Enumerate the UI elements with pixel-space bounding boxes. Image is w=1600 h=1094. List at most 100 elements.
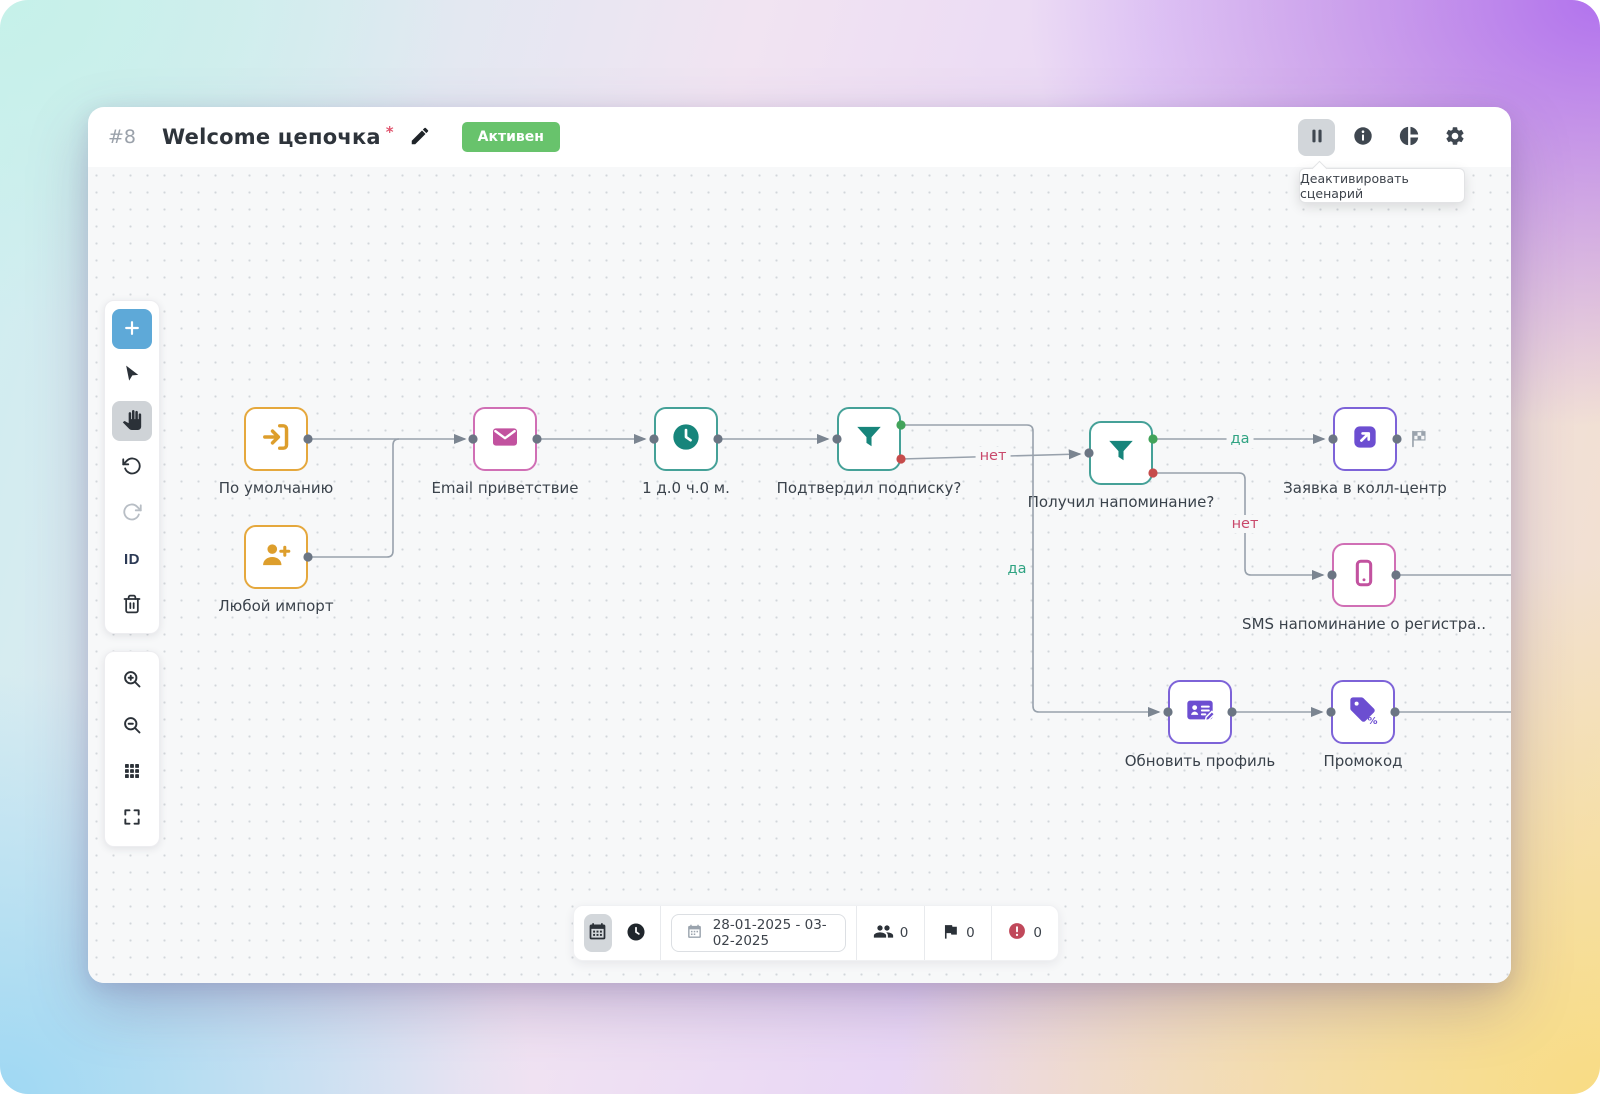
page-background: #8 Welcome цепочка * Активен Деактивиров… bbox=[0, 0, 1600, 1094]
divider bbox=[856, 906, 857, 960]
node-label: 1 д.0 ч.0 м. bbox=[642, 479, 730, 497]
errors-counter[interactable]: 0 bbox=[1001, 921, 1048, 945]
zoom-out-icon bbox=[122, 715, 142, 738]
node-box[interactable] bbox=[473, 407, 537, 471]
stats-button[interactable] bbox=[1390, 119, 1427, 156]
fullscreen-button[interactable] bbox=[112, 798, 152, 838]
promo-tag-icon: % bbox=[1347, 694, 1379, 730]
arrow-up-right-square-icon bbox=[1349, 421, 1381, 457]
calendar-mode-button[interactable] bbox=[584, 914, 612, 952]
errors-count: 0 bbox=[1033, 925, 1042, 941]
header-actions bbox=[1298, 118, 1473, 156]
node-box[interactable] bbox=[1332, 543, 1396, 607]
node-label: По умолчанию bbox=[218, 479, 334, 497]
calendar-icon bbox=[587, 921, 608, 945]
node-update-profile[interactable]: Обновить профиль bbox=[1110, 680, 1290, 770]
node-box[interactable] bbox=[244, 407, 308, 471]
contacts-counter[interactable]: 0 bbox=[867, 921, 915, 946]
node-box[interactable] bbox=[1168, 680, 1232, 744]
info-button[interactable] bbox=[1344, 119, 1381, 156]
edit-title-button[interactable] bbox=[404, 121, 436, 153]
flag-icon bbox=[941, 922, 960, 945]
node-sms-reminder[interactable]: SMS напоминание о регистра.. bbox=[1242, 543, 1486, 633]
funnel-icon bbox=[1105, 435, 1137, 471]
undo-button[interactable] bbox=[112, 447, 152, 487]
pencil-icon bbox=[409, 125, 431, 150]
info-icon bbox=[1352, 125, 1374, 150]
required-asterisk: * bbox=[385, 123, 394, 141]
plus-icon bbox=[122, 318, 142, 341]
node-label: Email приветствие bbox=[431, 479, 579, 497]
node-email-welcome[interactable]: Email приветствие bbox=[415, 407, 595, 497]
goals-counter[interactable]: 0 bbox=[935, 922, 981, 945]
realtime-mode-button[interactable] bbox=[622, 914, 650, 952]
id-label: ID bbox=[124, 550, 140, 568]
node-box[interactable] bbox=[1333, 407, 1397, 471]
zoom-out-button[interactable] bbox=[112, 706, 152, 746]
calendar-small-icon bbox=[686, 923, 703, 944]
node-call-center[interactable]: Заявка в колл-центр bbox=[1275, 407, 1455, 497]
fullscreen-icon bbox=[122, 807, 142, 830]
pan-tool-button[interactable] bbox=[112, 401, 152, 441]
edge-label-no: нет bbox=[975, 447, 1011, 465]
divider bbox=[924, 906, 926, 960]
toggle-grid-button[interactable] bbox=[112, 752, 152, 792]
show-ids-button[interactable]: ID bbox=[112, 539, 152, 579]
node-promo-code[interactable]: % Промокод bbox=[1273, 680, 1453, 770]
divider bbox=[659, 906, 661, 960]
statistics-bar: 28-01-2025 - 03-02-2025 0 0 0 bbox=[573, 905, 1059, 961]
zoom-in-button[interactable] bbox=[112, 660, 152, 700]
node-box[interactable]: % bbox=[1331, 680, 1395, 744]
zoom-in-icon bbox=[122, 669, 142, 692]
date-range-picker[interactable]: 28-01-2025 - 03-02-2025 bbox=[670, 914, 847, 952]
node-box[interactable] bbox=[837, 407, 901, 471]
select-tool-button[interactable] bbox=[112, 355, 152, 395]
scenario-number: #8 bbox=[108, 126, 137, 148]
contact-card-edit-icon bbox=[1184, 694, 1216, 730]
view-tools-panel bbox=[104, 651, 160, 847]
node-label: Промокод bbox=[1323, 752, 1403, 770]
envelope-icon bbox=[489, 421, 521, 457]
node-box[interactable] bbox=[244, 525, 308, 589]
node-label: Любой импорт bbox=[218, 597, 334, 615]
node-box[interactable] bbox=[654, 407, 718, 471]
header: #8 Welcome цепочка * Активен bbox=[88, 107, 1511, 167]
people-icon bbox=[873, 921, 894, 946]
status-badge: Активен bbox=[461, 122, 560, 152]
node-box[interactable] bbox=[1089, 421, 1153, 485]
node-any-import[interactable]: Любой импорт bbox=[186, 525, 366, 615]
trash-icon bbox=[122, 594, 142, 617]
smartphone-icon bbox=[1348, 557, 1380, 593]
divider bbox=[990, 906, 992, 960]
deactivate-tooltip: Деактивировать сценарий bbox=[1299, 168, 1465, 203]
node-label: Обновить профиль bbox=[1124, 752, 1276, 770]
delete-button[interactable] bbox=[112, 585, 152, 625]
node-label: Подтвердил подписку? bbox=[776, 479, 962, 497]
date-range-value: 28-01-2025 - 03-02-2025 bbox=[712, 917, 827, 949]
node-delay[interactable]: 1 д.0 ч.0 м. bbox=[596, 407, 776, 497]
pause-icon bbox=[1306, 125, 1328, 150]
redo-button[interactable] bbox=[112, 493, 152, 533]
pie-chart-icon bbox=[1398, 125, 1420, 150]
error-icon bbox=[1007, 921, 1027, 945]
edit-tools-panel: ID bbox=[104, 300, 160, 634]
node-label: Заявка в колл-центр bbox=[1283, 479, 1447, 497]
pause-scenario-button[interactable] bbox=[1298, 118, 1335, 156]
tooltip-text: Деактивировать сценарий bbox=[1300, 170, 1409, 201]
scenario-editor-window: #8 Welcome цепочка * Активен Деактивиров… bbox=[88, 107, 1511, 983]
svg-text:%: % bbox=[1368, 716, 1378, 726]
gear-icon bbox=[1444, 125, 1466, 150]
sign-in-icon bbox=[260, 421, 292, 457]
scenario-title: Welcome цепочка bbox=[162, 125, 381, 149]
edge-label-no: нет bbox=[1227, 515, 1263, 533]
hand-icon bbox=[122, 409, 142, 433]
node-filter-reminder[interactable]: Получил напоминание? bbox=[1028, 421, 1214, 511]
add-node-button[interactable] bbox=[112, 309, 152, 349]
grid-icon bbox=[122, 761, 142, 784]
edge-label-yes: да bbox=[1226, 430, 1254, 448]
settings-button[interactable] bbox=[1436, 119, 1473, 156]
node-filter-confirmed[interactable]: Подтвердил подписку? bbox=[776, 407, 962, 497]
node-default-start[interactable]: По умолчанию bbox=[186, 407, 366, 497]
person-plus-icon bbox=[260, 539, 292, 575]
undo-icon bbox=[122, 456, 142, 479]
